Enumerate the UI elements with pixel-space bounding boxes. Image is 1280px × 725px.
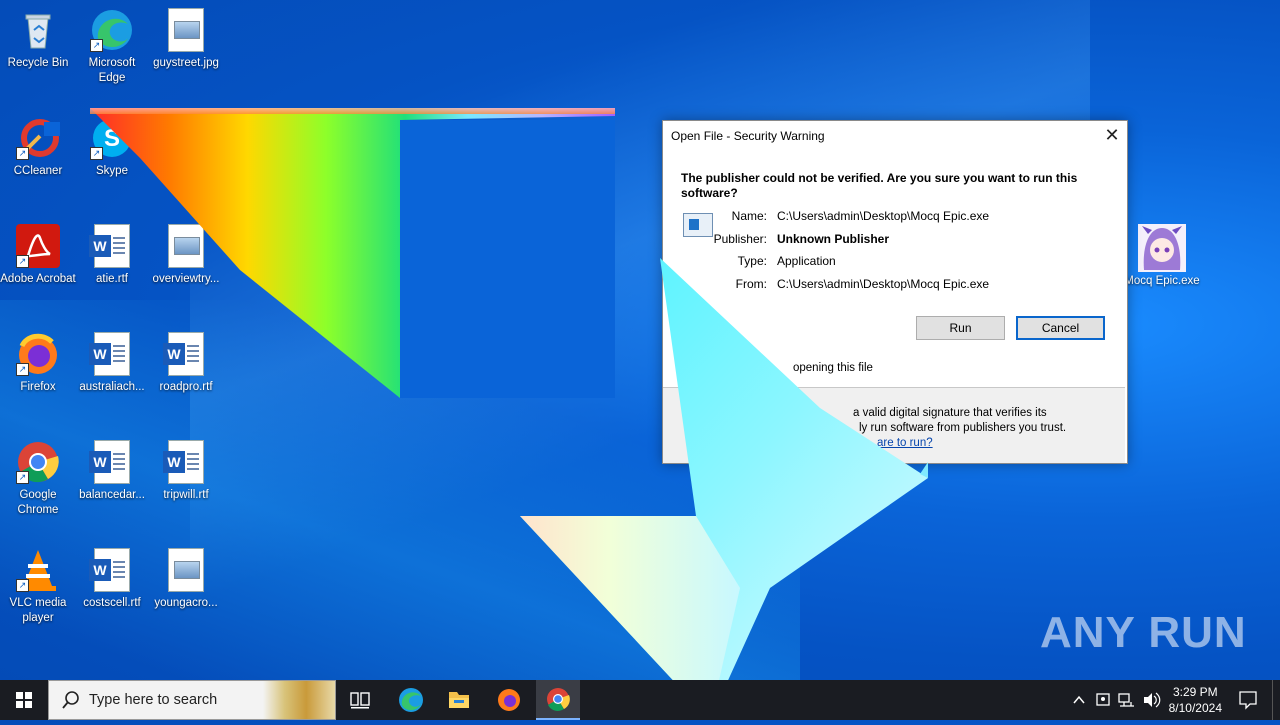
edge-icon: ↗ — [90, 8, 134, 52]
desktop-icon-youngacro[interactable]: youngacro... — [148, 548, 224, 611]
close-icon[interactable]: ✕ — [1097, 121, 1127, 151]
word-document-icon: W — [89, 440, 134, 484]
image-file-icon — [164, 8, 208, 52]
cancel-button[interactable]: Cancel — [1016, 316, 1105, 340]
icon-label: Firefox — [20, 381, 56, 393]
speaker-icon — [1144, 692, 1161, 708]
taskbar-chrome-active[interactable] — [536, 680, 580, 720]
taskbar-file-explorer[interactable] — [438, 680, 480, 720]
acrobat-icon: ↗ — [16, 224, 60, 268]
firefox-icon — [498, 689, 520, 711]
taskbar-edge[interactable] — [390, 680, 432, 720]
search-icon — [62, 691, 79, 709]
show-hidden-icons[interactable] — [1068, 680, 1090, 720]
edge-icon — [399, 688, 423, 712]
desktop-icon-balancedar[interactable]: W balancedar... — [74, 440, 150, 503]
desktop-icon-mocq-epic[interactable]: Mocq Epic.exe — [1124, 224, 1200, 289]
clock-time: 3:29 PM — [1172, 685, 1218, 699]
desktop-icon-recycle-bin[interactable]: Recycle Bin — [0, 8, 76, 71]
icon-label: guystreet.jpg — [153, 57, 219, 69]
device-icon — [1096, 693, 1110, 706]
graphics-glitch-cyan — [520, 258, 928, 720]
vlc-icon: ↗ — [16, 548, 60, 592]
desktop-icon-microsoft-edge[interactable]: ↗ Microsoft Edge — [74, 8, 150, 86]
taskbar-search-box[interactable]: Type here to search — [48, 680, 336, 720]
task-view-button[interactable] — [340, 680, 380, 720]
field-label: Publisher: — [713, 232, 767, 246]
search-highlight-image — [263, 681, 335, 719]
icon-label: balancedar... — [79, 489, 145, 501]
icon-label: Microsoft Edge — [88, 57, 136, 84]
shortcut-arrow-icon: ↗ — [90, 39, 103, 52]
network-icon — [1118, 693, 1134, 707]
desktop-icon-adobe-acrobat[interactable]: ↗ Adobe Acrobat — [0, 224, 76, 287]
taskbar: Type here to search 3:29 PM 8/10/2024 — [0, 680, 1280, 720]
windows-logo-icon — [16, 692, 32, 708]
task-view-icon — [350, 692, 370, 709]
show-desktop-button[interactable] — [1272, 680, 1280, 720]
icon-label: Google Chrome — [17, 489, 59, 516]
taskbar-firefox[interactable] — [488, 680, 530, 720]
desktop-icon-guystreet[interactable]: guystreet.jpg — [148, 8, 224, 71]
icon-label: VLC media player — [9, 597, 67, 624]
folder-icon — [449, 692, 469, 708]
desktop-icon-tripwill[interactable]: W tripwill.rtf — [148, 440, 224, 503]
start-button[interactable] — [0, 680, 48, 720]
shortcut-arrow-icon: ↗ — [16, 363, 29, 376]
icon-label: youngacro... — [154, 597, 218, 609]
shortcut-arrow-icon: ↗ — [16, 147, 29, 160]
word-document-icon: W — [89, 548, 134, 592]
field-value: Unknown Publisher — [777, 232, 890, 246]
taskbar-clock[interactable]: 3:29 PM 8/10/2024 — [1169, 684, 1222, 716]
chrome-icon: ↗ — [16, 440, 60, 484]
firefox-icon: ↗ — [16, 332, 60, 376]
desktop-icon-firefox[interactable]: ↗ Firefox — [0, 332, 76, 395]
desktop-icon-google-chrome[interactable]: ↗ Google Chrome — [0, 440, 76, 518]
word-document-icon: W — [163, 440, 208, 484]
desktop-icon-vlc[interactable]: ↗ VLC media player — [0, 548, 76, 626]
shortcut-arrow-icon: ↗ — [16, 255, 29, 268]
desktop-icon-ccleaner[interactable]: ↗ CCleaner — [0, 116, 76, 179]
ccleaner-icon: ↗ — [16, 116, 60, 160]
icon-label: tripwill.rtf — [163, 489, 209, 501]
notification-center-button[interactable] — [1232, 680, 1264, 720]
tray-meet-now[interactable] — [1092, 680, 1114, 720]
security-question: The publisher could not be verified. Are… — [681, 171, 1078, 200]
anyrun-watermark: ANY RUN — [1040, 608, 1247, 657]
clock-date: 8/10/2024 — [1168, 701, 1222, 715]
tray-network[interactable] — [1116, 680, 1138, 720]
icon-label: costscell.rtf — [83, 597, 141, 609]
shortcut-arrow-icon: ↗ — [16, 471, 29, 484]
shortcut-arrow-icon: ↗ — [16, 579, 29, 592]
icon-label: Recycle Bin — [7, 57, 69, 69]
desktop-icon-costscell[interactable]: W costscell.rtf — [74, 548, 150, 611]
chevron-up-icon — [1073, 695, 1085, 704]
icon-label: CCleaner — [13, 165, 63, 177]
icon-label: Adobe Acrobat — [0, 273, 76, 285]
anime-app-icon — [1138, 224, 1186, 272]
tray-volume[interactable] — [1140, 680, 1162, 720]
dialog-title: Open File - Security Warning — [671, 129, 825, 143]
notification-icon — [1239, 691, 1257, 710]
icon-label: Mocq Epic.exe — [1124, 275, 1200, 287]
chrome-icon — [547, 688, 570, 711]
recycle-bin-icon — [16, 8, 60, 52]
dialog-titlebar[interactable]: Open File - Security Warning ✕ — [663, 121, 1127, 151]
image-file-icon — [164, 548, 208, 592]
field-label: Name: — [731, 209, 767, 223]
desktop: Recycle Bin ↗ CCleaner ↗ Adobe Acrobat ↗… — [0, 0, 1280, 720]
field-value: C:\Users\admin\Desktop\Mocq Epic.exe — [777, 209, 990, 223]
search-placeholder: Type here to search — [89, 692, 218, 708]
